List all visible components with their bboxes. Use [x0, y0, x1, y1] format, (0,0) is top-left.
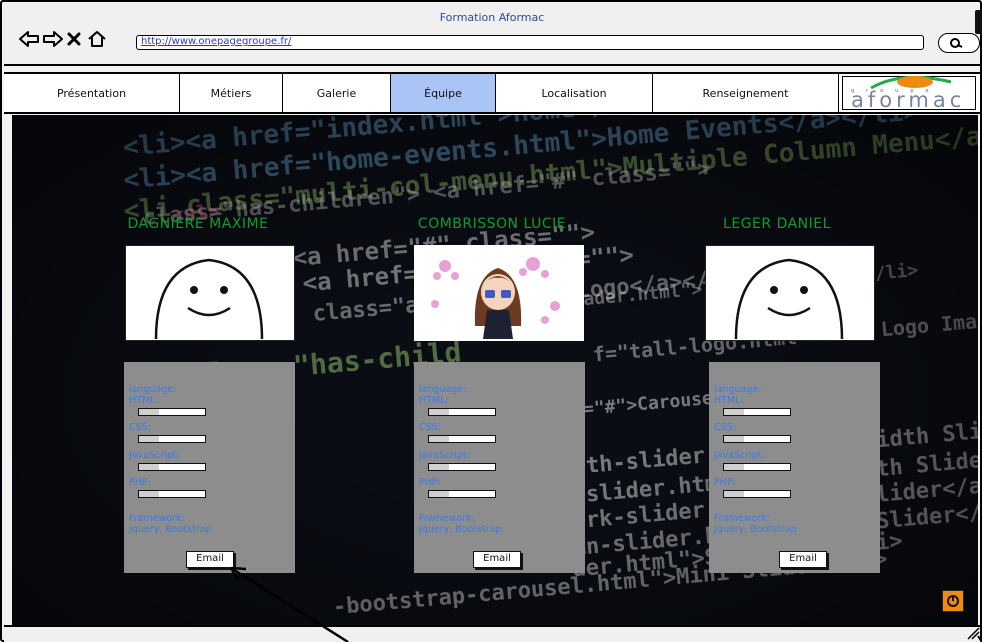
member-skills-card: language: HTML: CSS: JavaScript: PHP: Framewo… — [124, 362, 295, 573]
status-bar — [4, 625, 980, 642]
skill-level-bar — [428, 408, 496, 416]
power-circle-icon — [947, 595, 959, 607]
skill-level-fill — [429, 464, 449, 470]
skill-level-bar — [428, 463, 496, 471]
main-navigation: Présentation Métiers Galerie Équipe Loca… — [4, 72, 980, 114]
skill-label: PHP: — [419, 477, 441, 488]
aformac-logo[interactable]: groupe aformac — [842, 76, 976, 112]
skill-label: JavaScript: — [129, 450, 180, 461]
member-photo-smiley-icon — [125, 245, 295, 341]
skill-level-bar — [428, 490, 496, 498]
skill-label: HTML: — [714, 395, 744, 406]
skill-label: CSS: — [714, 422, 736, 433]
skill-level-fill — [724, 491, 744, 497]
member-photo-anime-girl-icon — [414, 245, 584, 341]
resize-grip-icon[interactable] — [966, 626, 980, 640]
skill-level-fill — [724, 464, 744, 470]
member-name: DAGNIERE MAXIME — [127, 216, 269, 232]
skill-label: JavaScript: — [714, 450, 765, 461]
skill-label: CSS: — [129, 422, 151, 433]
search-icon — [950, 38, 963, 48]
skill-label: JavaScript: — [419, 450, 470, 461]
back-arrow-icon[interactable] — [18, 30, 40, 48]
framework-list: Jquery, Bootstrap — [129, 524, 212, 535]
framework-list: Jquery, Bootstrap — [714, 524, 797, 535]
skill-level-bar — [138, 490, 206, 498]
skills-heading: language: — [419, 384, 467, 395]
skill-label: HTML: — [419, 395, 449, 406]
skill-level-fill — [429, 409, 449, 415]
window-title: Formation Aformac — [439, 11, 545, 24]
member-skills-card: language: HTML: CSS: JavaScript: PHP: Framewo… — [414, 362, 585, 573]
address-bar[interactable]: http://www.onepagegroupe.fr/ — [136, 35, 924, 50]
framework-heading: Framework: — [129, 513, 185, 524]
forward-arrow-icon[interactable] — [42, 30, 64, 48]
team-section: <li><a href="index.html">Home</a></li><l… — [12, 115, 978, 625]
skill-level-bar — [723, 435, 791, 443]
skill-level-fill — [724, 436, 744, 442]
nav-tab-metiers[interactable]: Métiers — [180, 74, 283, 112]
member-skills-card: language: HTML: CSS: JavaScript: PHP: Framewo… — [709, 362, 880, 573]
skill-label: PHP: — [129, 477, 151, 488]
browser-window: Formation Aformac http://www.onepagegrou… — [0, 0, 982, 642]
skill-level-fill — [139, 491, 159, 497]
skill-level-bar — [723, 490, 791, 498]
skill-level-bar — [138, 463, 206, 471]
member-photo-smiley-icon — [705, 245, 875, 341]
skill-level-bar — [428, 435, 496, 443]
close-x-icon[interactable] — [66, 30, 82, 48]
skill-level-fill — [139, 464, 159, 470]
skill-level-bar — [138, 435, 206, 443]
logo-text: aformac — [851, 88, 966, 112]
nav-tab-galerie[interactable]: Galerie — [283, 74, 391, 112]
member-name: COMBRISSON LUCIE — [417, 216, 567, 232]
member-name: LEGER DANIEL — [723, 216, 831, 232]
scrollbar-thumb-icon[interactable] — [975, 10, 982, 34]
home-icon[interactable] — [86, 30, 108, 48]
framework-heading: Framework: — [714, 513, 770, 524]
skill-level-fill — [139, 409, 159, 415]
skills-heading: language: — [129, 384, 177, 395]
framework-heading: Framework: — [419, 513, 475, 524]
skill-level-fill — [724, 409, 744, 415]
skill-label: PHP: — [714, 477, 736, 488]
skill-level-fill — [429, 491, 449, 497]
skills-heading: language: — [714, 384, 762, 395]
browser-chrome: Formation Aformac http://www.onepagegrou… — [4, 4, 980, 66]
skill-level-bar — [723, 408, 791, 416]
email-button[interactable]: Email — [473, 551, 521, 568]
skill-level-bar — [138, 408, 206, 416]
email-button[interactable]: Email — [779, 551, 827, 568]
scroll-to-top-button[interactable] — [942, 590, 964, 612]
skill-level-bar — [723, 463, 791, 471]
nav-tab-equipe[interactable]: Équipe — [391, 74, 496, 112]
skill-label: HTML: — [129, 395, 159, 406]
skill-level-fill — [139, 436, 159, 442]
skill-level-fill — [429, 436, 449, 442]
framework-list: Jquery, Bootstrap — [419, 524, 502, 535]
skill-label: CSS: — [419, 422, 441, 433]
email-button[interactable]: Email — [186, 551, 234, 568]
nav-tab-localisation[interactable]: Localisation — [496, 74, 653, 112]
search-button[interactable] — [938, 33, 980, 53]
nav-tab-renseignement[interactable]: Renseignement — [653, 74, 839, 112]
nav-tab-presentation[interactable]: Présentation — [4, 74, 180, 112]
